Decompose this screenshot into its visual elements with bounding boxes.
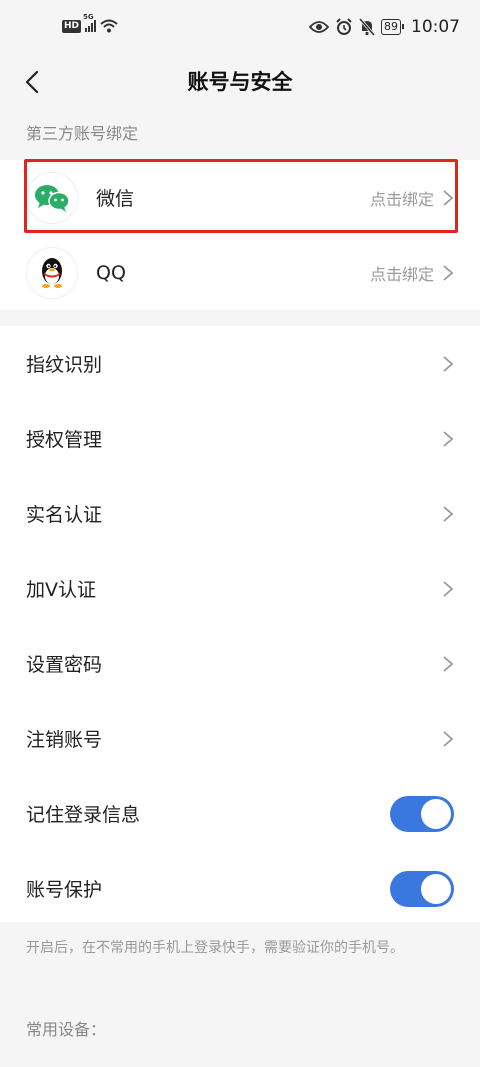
status-time: 10:07	[411, 17, 460, 37]
chevron-right-icon	[443, 264, 454, 281]
wechat-bind-row[interactable]: 微信 点击绑定	[0, 160, 480, 235]
settings-item-label: 设置密码	[26, 654, 103, 676]
network-label: 5G	[83, 13, 94, 21]
wifi-icon	[100, 19, 118, 33]
settings-item-delete-account[interactable]: 注销账号	[0, 701, 480, 776]
common-devices-heading: 常用设备：	[0, 1000, 480, 1060]
protection-note: 开启后，在不常用的手机上登录快手，需要验证你的手机号。	[0, 922, 480, 992]
settings-item-label: 账号保护	[26, 879, 103, 901]
wechat-label: 微信	[96, 188, 135, 210]
settings-item-set-password[interactable]: 设置密码	[0, 626, 480, 701]
settings-item-label: 加V认证	[26, 579, 96, 601]
qq-logo-icon	[26, 246, 78, 299]
wechat-logo-icon	[26, 171, 78, 224]
chevron-right-icon	[443, 355, 454, 372]
nav-bar: 账号与安全	[0, 58, 480, 106]
mute-bell-icon	[359, 18, 375, 36]
alarm-icon	[336, 18, 352, 35]
chevron-right-icon	[443, 430, 454, 447]
third-party-heading: 第三方账号绑定	[0, 106, 480, 160]
eye-icon	[309, 21, 329, 33]
settings-item-real-name[interactable]: 实名认证	[0, 476, 480, 551]
wechat-bind-action: 点击绑定	[369, 189, 434, 209]
page-title: 账号与安全	[187, 70, 293, 94]
toggle-knob	[421, 873, 451, 904]
settings-item-label: 实名认证	[26, 504, 103, 526]
chevron-right-icon	[443, 505, 454, 522]
settings-item-account-protection: 账号保护	[0, 851, 480, 926]
qq-bind-row[interactable]: QQ 点击绑定	[0, 235, 480, 310]
settings-item-label: 授权管理	[26, 429, 103, 451]
chevron-right-icon	[443, 730, 454, 747]
battery-indicator: 89	[381, 19, 404, 35]
settings-item-v-verify[interactable]: 加V认证	[0, 551, 480, 626]
status-left: HD 5G	[62, 13, 118, 33]
toggle-knob	[421, 798, 451, 829]
hd-badge: HD	[62, 19, 82, 33]
status-right: 89 10:07	[309, 17, 460, 37]
settings-item-label: 指纹识别	[26, 354, 103, 376]
settings-item-label: 记住登录信息	[26, 804, 141, 826]
signal-icon: 5G	[83, 13, 97, 32]
settings-item-remember-login: 记住登录信息	[0, 776, 480, 851]
status-bar: HD 5G 89 10:07	[0, 0, 480, 58]
settings-item-fingerprint[interactable]: 指纹识别	[0, 326, 480, 401]
chevron-right-icon	[443, 580, 454, 597]
qq-label: QQ	[96, 261, 126, 284]
settings-list: 指纹识别 授权管理 实名认证 加V认证 设置密码 注销账号 记住登录信息 账号保…	[0, 326, 480, 926]
remember-login-toggle[interactable]	[390, 795, 454, 832]
settings-item-authorization[interactable]: 授权管理	[0, 401, 480, 476]
chevron-right-icon	[443, 655, 454, 672]
settings-item-label: 注销账号	[26, 729, 103, 751]
chevron-right-icon	[443, 189, 454, 206]
account-protection-toggle[interactable]	[390, 870, 454, 907]
third-party-list: 微信 点击绑定 QQ 点击绑定	[0, 160, 480, 310]
qq-bind-action: 点击绑定	[369, 264, 434, 284]
